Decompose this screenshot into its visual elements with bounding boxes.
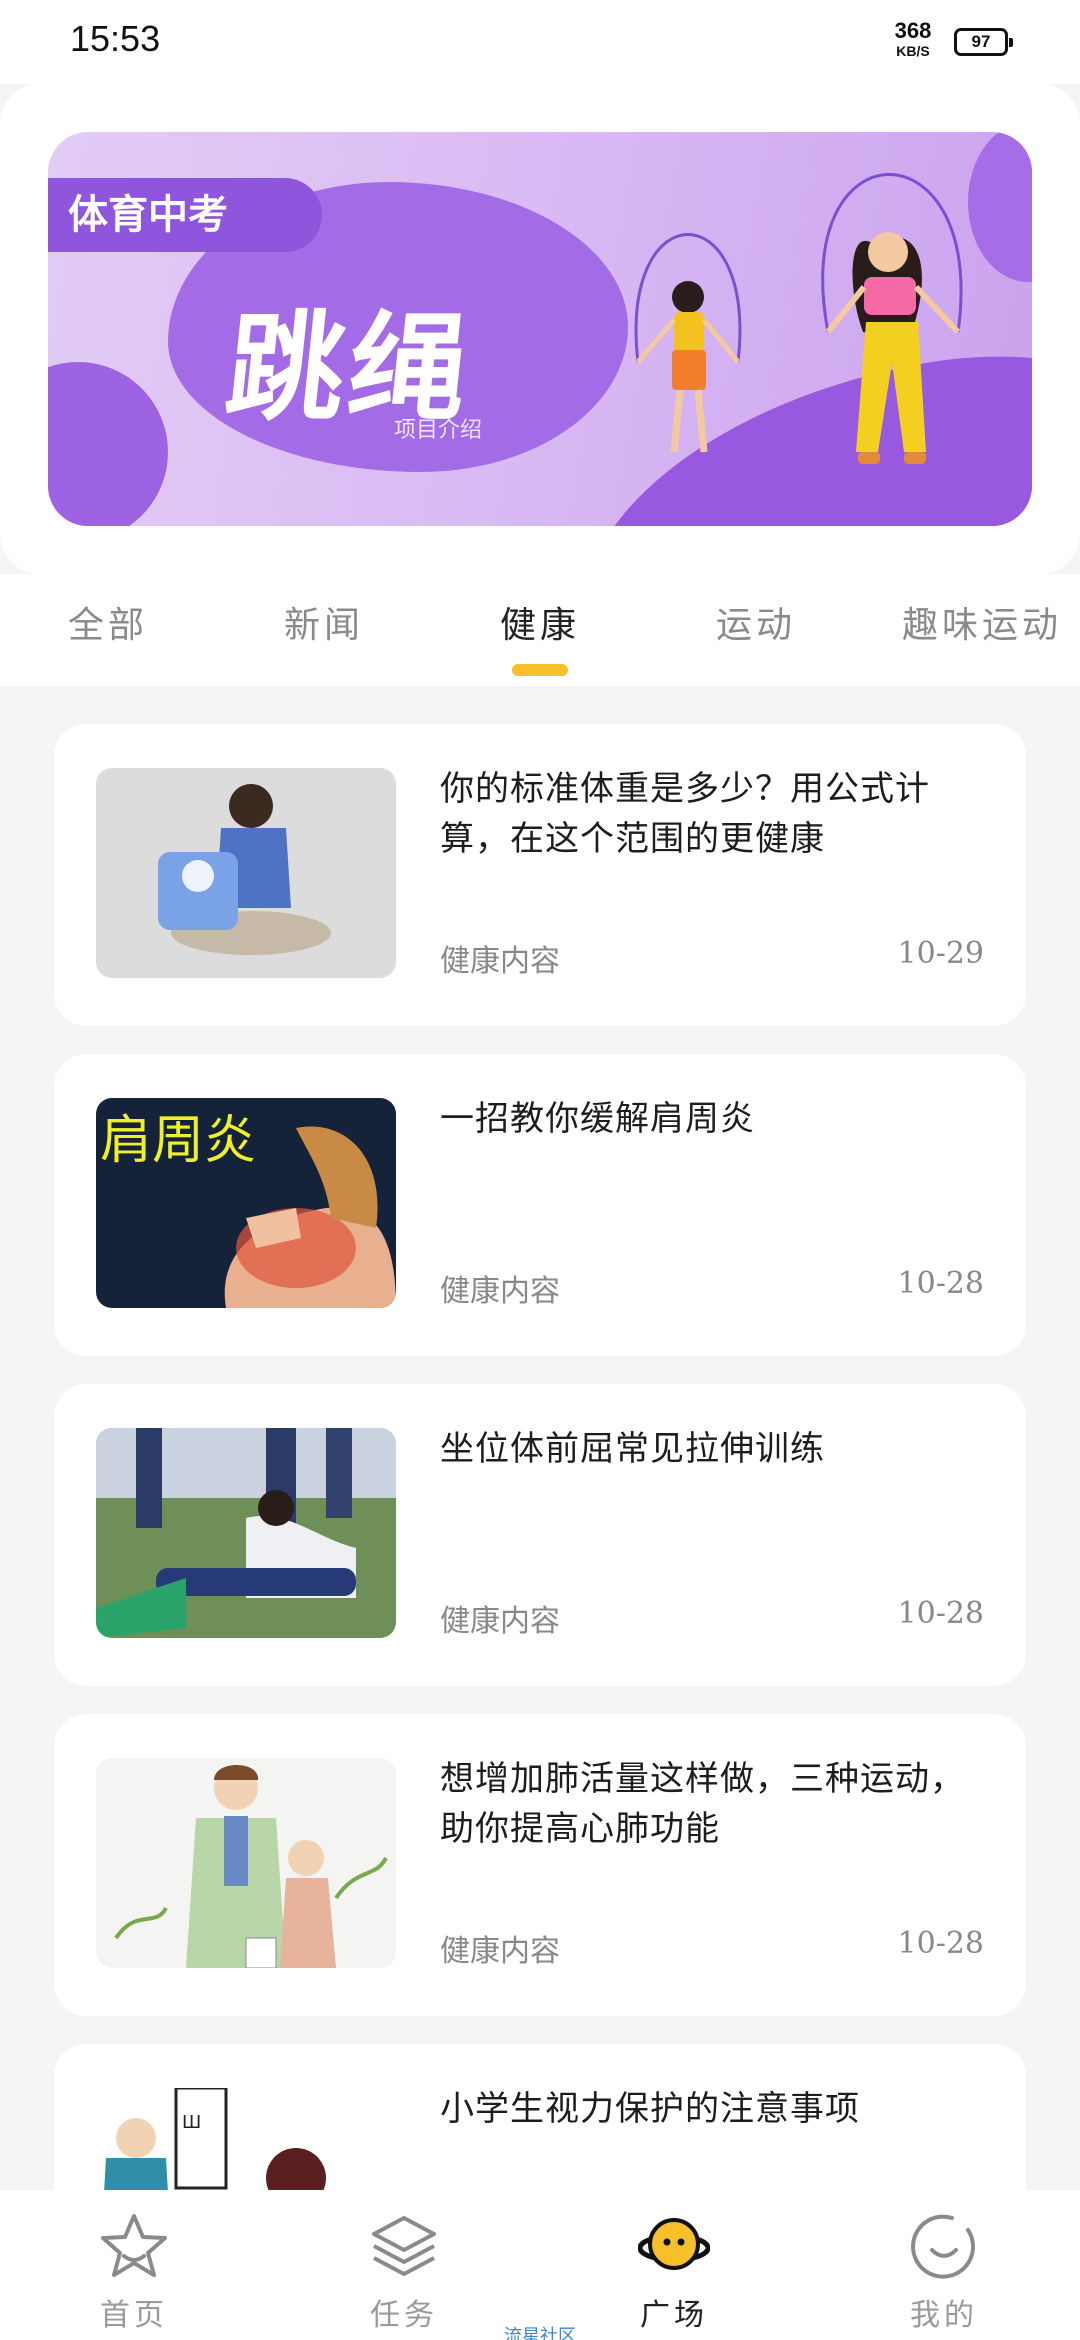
nav-item-tasks[interactable]: 任务 bbox=[304, 2190, 504, 2340]
bottom-nav: 首页 任务 广场 我的 流星社区 bbox=[0, 2190, 1080, 2340]
smile-icon bbox=[911, 2214, 976, 2279]
active-tab-indicator bbox=[512, 664, 568, 676]
status-time: 15:53 bbox=[70, 18, 161, 59]
article-card[interactable]: 想增加肺活量这样做，三种运动，助你提高心肺功能 健康内容 10-28 bbox=[54, 1714, 1026, 2016]
tab-sports[interactable]: 运动 bbox=[716, 596, 796, 648]
jump-rope-illustration bbox=[634, 173, 963, 464]
article-date: 10-28 bbox=[897, 1926, 984, 1961]
thumb-text: 肩周炎 bbox=[100, 1111, 256, 1171]
nav-hint: 流星社区 bbox=[504, 2326, 576, 2340]
banner-tag: 体育中考 bbox=[48, 178, 322, 252]
nav-label-mine: 我的 bbox=[910, 2298, 978, 2333]
article-category: 健康内容 bbox=[440, 1934, 560, 1969]
banner[interactable]: 体育中考 跳绳 项目介绍 bbox=[48, 132, 1032, 526]
nav-item-mine[interactable]: 我的 bbox=[844, 2190, 1044, 2340]
weight-scale-photo-icon bbox=[96, 768, 396, 978]
planet-icon bbox=[638, 2218, 710, 2270]
article-card[interactable]: 肩周炎 一招教你缓解肩周炎 健康内容 10-28 bbox=[54, 1054, 1026, 1356]
tab-all[interactable]: 全部 bbox=[68, 596, 148, 648]
shoulder-pain-photo-icon: 肩周炎 bbox=[96, 1098, 396, 1308]
network-speed-value: 368 bbox=[894, 18, 932, 43]
article-date: 10-29 bbox=[897, 936, 984, 971]
tab-news[interactable]: 新闻 bbox=[284, 596, 364, 648]
layers-icon bbox=[372, 2216, 436, 2276]
article-title: 坐位体前屈常见拉伸训练 bbox=[440, 1429, 825, 1469]
nav-label-home: 首页 bbox=[100, 2298, 168, 2333]
status-bar: 15:53 368 KB/S 97 bbox=[0, 0, 1080, 84]
article-title: 小学生视力保护的注意事项 bbox=[440, 2089, 860, 2129]
article-category: 健康内容 bbox=[440, 1274, 560, 1309]
article-date: 10-28 bbox=[897, 1266, 984, 1301]
category-tabs: 全部 新闻 健康 运动 趣味运动 bbox=[0, 574, 1080, 686]
article-date: 10-28 bbox=[897, 1596, 984, 1631]
banner-card: 体育中考 跳绳 项目介绍 bbox=[0, 84, 1080, 574]
network-speed-unit: KB/S bbox=[896, 43, 930, 59]
article-title: 一招教你缓解肩周炎 bbox=[440, 1099, 755, 1139]
banner-subtitle: 项目介绍 bbox=[394, 418, 483, 443]
nav-item-home[interactable]: 首页 bbox=[34, 2190, 234, 2340]
article-card[interactable]: 坐位体前屈常见拉伸训练 健康内容 10-28 bbox=[54, 1384, 1026, 1686]
lung-capacity-illustration-icon bbox=[96, 1758, 396, 1968]
battery-level: 97 bbox=[971, 32, 991, 51]
svg-text:Ш: Ш bbox=[182, 2112, 201, 2133]
star-icon bbox=[101, 2214, 167, 2277]
sit-and-reach-photo-icon bbox=[96, 1428, 396, 1638]
battery-icon: 97 bbox=[954, 28, 1013, 56]
banner-blob bbox=[48, 362, 168, 526]
article-card[interactable]: 你的标准体重是多少？用公式计算，在这个范围的更健康 健康内容 10-29 bbox=[54, 724, 1026, 1026]
article-title: 想增加肺活量这样做，三种运动，助你提高心肺功能 bbox=[440, 1759, 965, 1849]
nav-item-square[interactable]: 广场 bbox=[574, 2190, 774, 2340]
article-category: 健康内容 bbox=[440, 1604, 560, 1639]
tab-health[interactable]: 健康 bbox=[500, 596, 580, 648]
network-speed: 368 KB/S bbox=[888, 18, 938, 59]
article-category: 健康内容 bbox=[440, 944, 560, 979]
tab-fun-sports[interactable]: 趣味运动 bbox=[902, 596, 1062, 648]
article-title: 你的标准体重是多少？用公式计算，在这个范围的更健康 bbox=[440, 769, 930, 859]
